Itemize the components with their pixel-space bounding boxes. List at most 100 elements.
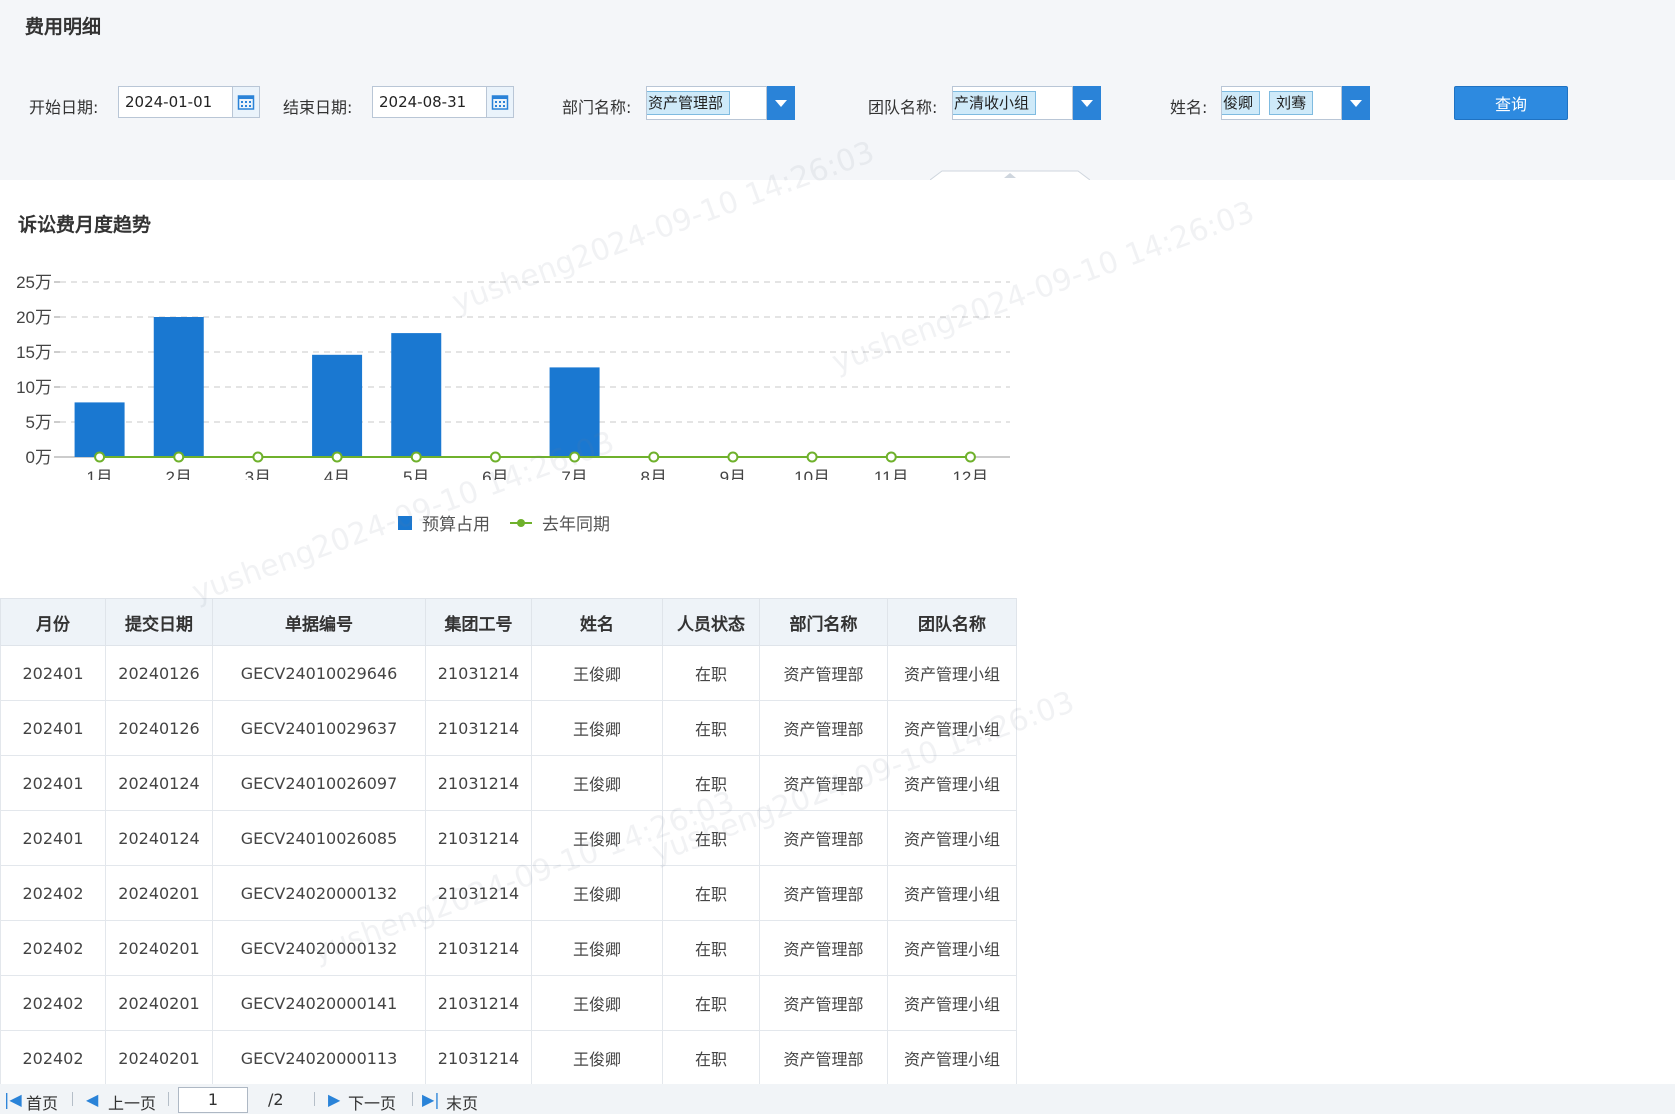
x-tick-label: 6月: [482, 468, 508, 480]
dept-label: 部门名称:: [562, 98, 632, 117]
monthly-trend-chart: 0万 5万 10万 15万 20万 25万 1月 2月 3月 4月 5月 6月 7月 8月 9月 10月 11月…: [16, 273, 1010, 480]
table-cell: 王俊卿: [531, 865, 663, 921]
table-row[interactable]: 202402 20240201 GECV24020000113 21031214 王俊卿…: [0, 1030, 1017, 1086]
prev-page-icon[interactable]: ◀: [86, 1090, 98, 1109]
collapse-panel-handle[interactable]: [930, 170, 1090, 180]
y-tick-label: 20万: [16, 308, 52, 327]
table-cell: GECV24020000141: [212, 975, 426, 1031]
table-cell: 202401: [0, 700, 106, 756]
table-cell: 资产管理部: [759, 755, 888, 811]
table-cell: 资产管理部: [759, 1030, 888, 1086]
x-tick-label: 9月: [720, 468, 746, 480]
table-cell: 20240126: [105, 645, 213, 701]
table-cell: 21031214: [425, 1030, 532, 1086]
start-date-label: 开始日期:: [29, 98, 99, 117]
prev-page-button[interactable]: 上一页: [108, 1090, 156, 1114]
table-cell: 20240201: [105, 920, 213, 976]
table-cell: 资产管理小组: [887, 1030, 1017, 1086]
last-page-button[interactable]: 末页: [446, 1090, 478, 1114]
column-header[interactable]: 部门名称: [759, 598, 888, 646]
table-cell: 资产管理小组: [887, 920, 1017, 976]
table-row[interactable]: 202402 20240201 GECV24020000132 21031214 王俊卿…: [0, 865, 1017, 921]
table-cell: GECV24010029637: [212, 700, 426, 756]
table-cell: 20240126: [105, 700, 213, 756]
name-tag[interactable]: 俊卿: [1222, 91, 1261, 115]
bar: [153, 317, 204, 457]
table-row[interactable]: 202402 20240201 GECV24020000141 21031214 王俊卿…: [0, 975, 1017, 1031]
column-header[interactable]: 团队名称: [887, 598, 1017, 646]
table-cell: 202401: [0, 645, 106, 701]
table-row[interactable]: 202401 20240124 GECV24010026085 21031214 王俊卿…: [0, 810, 1017, 866]
table-cell: 王俊卿: [531, 755, 663, 811]
next-page-icon[interactable]: ▶: [328, 1090, 340, 1109]
y-tick-label: 10万: [16, 378, 52, 397]
line-point: [489, 451, 501, 463]
end-date-label: 结束日期:: [283, 98, 353, 117]
page-number-input[interactable]: 1: [178, 1087, 248, 1113]
chevron-down-icon[interactable]: [1073, 86, 1101, 120]
team-select[interactable]: 产清收小组: [952, 86, 1073, 120]
next-page-button[interactable]: 下一页: [348, 1090, 396, 1114]
table-cell: GECV24010029646: [212, 645, 426, 701]
table-cell: 王俊卿: [531, 645, 663, 701]
table-cell: 20240124: [105, 810, 213, 866]
table-cell: 202402: [0, 865, 106, 921]
dept-select[interactable]: 资产管理部: [646, 86, 767, 120]
expense-table: 月份 提交日期 单据编号 集团工号 姓名 人员状态 部门名称 团队名称 202401 20240…: [0, 598, 1017, 1086]
first-page-button[interactable]: 首页: [26, 1090, 58, 1114]
chevron-down-icon[interactable]: [767, 86, 795, 120]
x-tick-label: 7月: [561, 468, 587, 480]
team-tag[interactable]: 产清收小组: [953, 91, 1037, 115]
table-cell: 资产管理小组: [887, 865, 1017, 921]
table-cell: 202402: [0, 920, 106, 976]
table-cell: 王俊卿: [531, 810, 663, 866]
calendar-icon[interactable]: [232, 86, 260, 118]
end-date-input[interactable]: 2024-08-31: [372, 86, 487, 118]
chevron-down-icon[interactable]: [1342, 86, 1370, 120]
table-cell: 20240201: [105, 1030, 213, 1086]
column-header[interactable]: 单据编号: [212, 598, 426, 646]
calendar-icon[interactable]: [486, 86, 514, 118]
query-button[interactable]: 查询: [1454, 86, 1568, 120]
last-page-icon[interactable]: ▶|: [422, 1090, 440, 1109]
table-cell: 王俊卿: [531, 920, 663, 976]
table-cell: 资产管理小组: [887, 755, 1017, 811]
start-date-input[interactable]: 2024-01-01: [118, 86, 233, 118]
table-cell: GECV24010026097: [212, 755, 426, 811]
line-point: [727, 451, 739, 463]
team-label: 团队名称:: [868, 98, 938, 117]
column-header[interactable]: 集团工号: [425, 598, 532, 646]
table-cell: 202401: [0, 810, 106, 866]
column-header[interactable]: 提交日期: [105, 598, 213, 646]
table-row[interactable]: 202401 20240124 GECV24010026097 21031214 王俊卿…: [0, 755, 1017, 811]
table-cell: 202401: [0, 755, 106, 811]
table-cell: 资产管理小组: [887, 975, 1017, 1031]
table-cell: 在职: [662, 920, 760, 976]
name-label: 姓名:: [1170, 98, 1208, 117]
pagination-bar: |◀ 首页 ◀ 上一页 1 /2 ▶ 下一页 ▶| 末页: [0, 1084, 1675, 1114]
column-header[interactable]: 姓名: [531, 598, 663, 646]
table-cell: 20240201: [105, 865, 213, 921]
table-cell: 在职: [662, 645, 760, 701]
first-page-icon[interactable]: |◀: [4, 1090, 22, 1109]
column-header[interactable]: 月份: [0, 598, 106, 646]
table-cell: 21031214: [425, 920, 532, 976]
table-cell: 在职: [662, 810, 760, 866]
table-row[interactable]: 202401 20240126 GECV24010029637 21031214 王俊卿…: [0, 700, 1017, 756]
line-point: [252, 451, 264, 463]
dept-tag[interactable]: 资产管理部: [647, 91, 731, 115]
x-tick-label: 12月: [952, 468, 988, 480]
table-cell: 202402: [0, 975, 106, 1031]
x-tick-label: 2月: [166, 468, 192, 480]
bar: [549, 367, 600, 457]
table-row[interactable]: 202402 20240201 GECV24020000132 21031214 王俊卿…: [0, 920, 1017, 976]
table-cell: 在职: [662, 975, 760, 1031]
name-select[interactable]: 俊卿 刘骞: [1221, 86, 1342, 120]
table-cell: 21031214: [425, 975, 532, 1031]
table-row[interactable]: 202401 20240126 GECV24010029646 21031214 王俊卿…: [0, 645, 1017, 701]
bar: [391, 333, 442, 457]
column-header[interactable]: 人员状态: [662, 598, 760, 646]
table-cell: 21031214: [425, 810, 532, 866]
name-tag[interactable]: 刘骞: [1269, 91, 1314, 115]
x-tick-label: 5月: [403, 468, 429, 480]
